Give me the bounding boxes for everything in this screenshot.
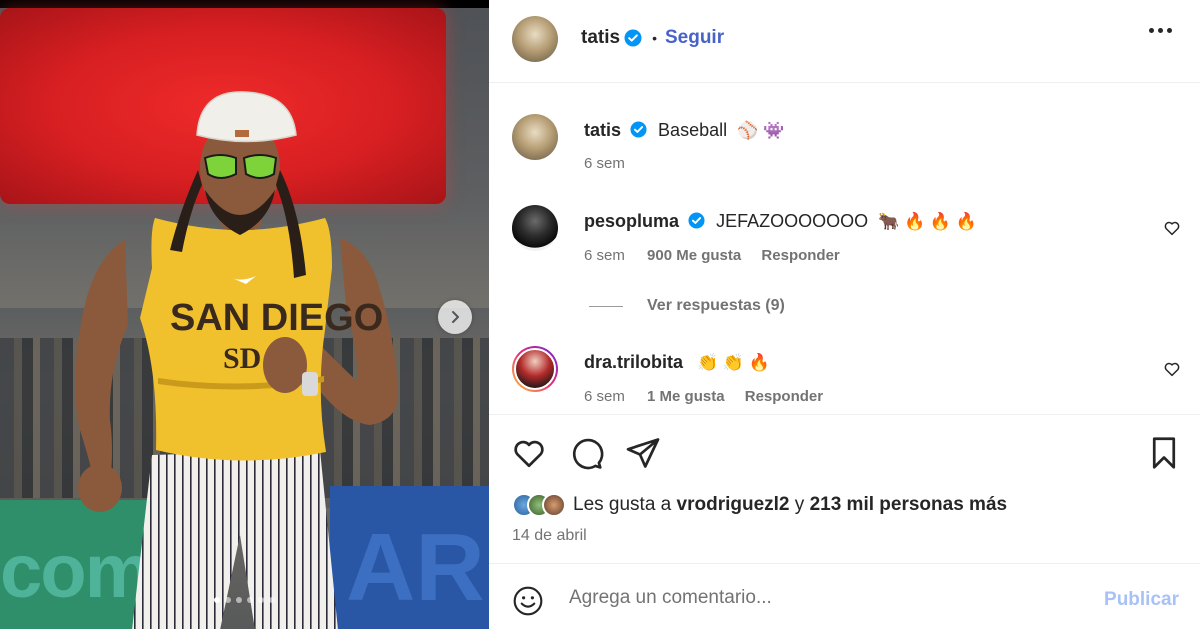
post-actions: Les gusta a vrodriguezl2 y 213 mil perso…	[489, 414, 1200, 564]
likes-summary[interactable]: Les gusta a vrodriguezl2 y 213 mil perso…	[512, 493, 1007, 517]
carousel-next-button[interactable]	[438, 300, 472, 334]
carousel-dot	[214, 597, 220, 603]
emoji-icon[interactable]	[512, 585, 544, 617]
comment-icon[interactable]	[568, 435, 604, 471]
comment-emoji: 🐂 🔥 🔥 🔥	[878, 212, 977, 231]
follow-button[interactable]: Seguir	[665, 27, 724, 49]
carousel-dot	[236, 597, 242, 603]
carousel-dot	[247, 597, 253, 603]
carousel-dot	[269, 597, 275, 603]
reply-button[interactable]: Responder	[745, 388, 823, 405]
caption-username[interactable]: tatis	[584, 120, 621, 140]
likes-text: Les gusta a vrodriguezl2 y 213 mil perso…	[573, 494, 1007, 516]
caption-text: Baseball	[658, 120, 728, 140]
comment-likes[interactable]: 900 Me gusta	[647, 247, 741, 264]
carousel-dot	[225, 597, 231, 603]
reply-button[interactable]: Responder	[761, 247, 839, 264]
verified-badge-icon	[624, 29, 642, 47]
view-replies-label: Ver respuestas (9)	[647, 297, 785, 314]
author-username[interactable]: tatis	[581, 27, 620, 49]
comment-likes[interactable]: 1 Me gusta	[647, 388, 725, 405]
likes-user[interactable]: vrodriguezl2	[677, 494, 790, 515]
heart-icon[interactable]	[511, 435, 547, 471]
media-top-strip	[0, 0, 489, 8]
comment-avatar[interactable]	[512, 205, 558, 251]
comment-avatar	[514, 348, 556, 390]
header-separator: •	[652, 30, 657, 46]
comment-time[interactable]: 6 sem	[584, 388, 625, 405]
publish-button[interactable]: Publicar	[1104, 589, 1179, 611]
carousel-dots	[0, 597, 489, 603]
verified-badge-icon	[630, 121, 647, 138]
svg-text:SD: SD	[223, 342, 261, 375]
likes-joiner: y	[794, 494, 805, 515]
caption-emoji: ⚾ 👾	[737, 121, 785, 140]
baseball-player-figure: SAN DIEGO SD	[75, 91, 399, 629]
heart-icon[interactable]	[1163, 360, 1181, 378]
post-side-panel: tatis • Seguir tatis Baseball ⚾ 👾 6 sem …	[489, 0, 1200, 629]
comment-username[interactable]: dra.trilobita	[584, 352, 683, 372]
comment-emoji: 👏 👏 🔥	[697, 353, 770, 372]
heart-icon[interactable]	[1163, 219, 1181, 237]
caption-avatar[interactable]	[512, 114, 558, 160]
share-icon[interactable]	[625, 435, 661, 471]
carousel-dot	[258, 597, 264, 603]
comment-composer: Publicar	[489, 565, 1200, 629]
comments-list[interactable]: tatis Baseball ⚾ 👾 6 sem pesopluma JEFAZ…	[489, 84, 1200, 414]
replies-divider	[589, 305, 623, 307]
likes-others[interactable]: 213 mil personas más	[810, 494, 1008, 515]
view-replies-button[interactable]: Ver respuestas (9)	[589, 297, 785, 315]
comment-avatar-story-ring[interactable]	[512, 346, 558, 392]
post-date[interactable]: 14 de abril	[512, 527, 587, 545]
verified-badge-icon	[688, 212, 705, 229]
likes-prefix: Les gusta a	[573, 494, 672, 515]
liker-avatar	[542, 493, 566, 517]
chevron-right-icon	[452, 311, 459, 323]
more-options-icon[interactable]	[1149, 28, 1172, 33]
comment-time[interactable]: 6 sem	[584, 247, 625, 264]
comment-username[interactable]: pesopluma	[584, 211, 679, 231]
post-media[interactable]: com AR SAN DIEGO SD	[0, 0, 489, 629]
svg-text:SAN DIEGO: SAN DIEGO	[170, 297, 383, 339]
comment-text: JEFAZOOOOOOO	[716, 211, 869, 231]
caption-time[interactable]: 6 sem	[584, 155, 625, 172]
comment-input[interactable]	[569, 585, 1089, 611]
author-avatar[interactable]	[512, 16, 558, 62]
bookmark-icon[interactable]	[1146, 435, 1182, 471]
post-header: tatis • Seguir	[489, 0, 1200, 83]
